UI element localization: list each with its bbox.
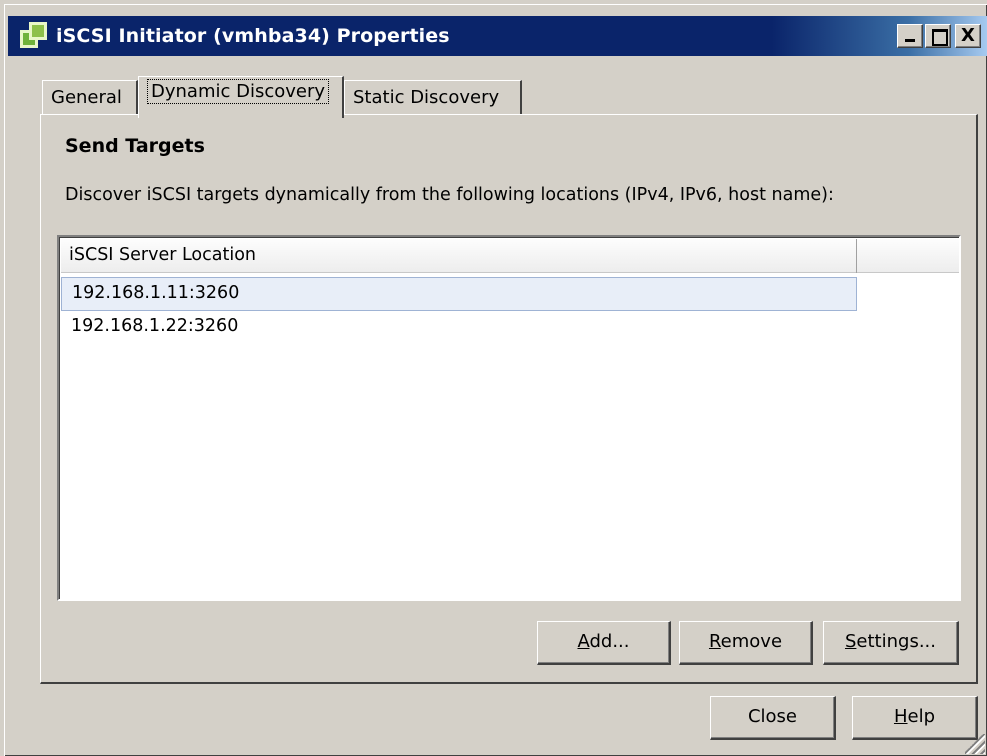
tab-dynamic-discovery-label: Dynamic Discovery — [147, 79, 330, 104]
tab-static-discovery-label: Static Discovery — [353, 87, 500, 108]
add-button[interactable]: Add... — [537, 621, 671, 665]
close-window-button[interactable]: X — [955, 24, 981, 48]
tab-static-discovery[interactable]: Static Discovery — [344, 80, 522, 114]
close-button[interactable]: Close — [710, 696, 836, 740]
column-header-server-location[interactable]: iSCSI Server Location — [61, 239, 857, 273]
tab-general[interactable]: General — [42, 80, 138, 114]
list-item[interactable]: 192.168.1.11:3260 — [61, 277, 857, 311]
maximize-button[interactable] — [925, 24, 951, 48]
window-controls: X — [895, 24, 981, 48]
remove-button[interactable]: Remove — [679, 621, 813, 665]
settings-button[interactable]: Settings... — [823, 621, 959, 665]
server-location-value: 192.168.1.11:3260 — [72, 283, 240, 303]
tab-dynamic-discovery[interactable]: Dynamic Discovery — [138, 76, 344, 118]
properties-dialog: iSCSI Initiator (vmhba34) Properties X G… — [0, 0, 987, 756]
section-title: Send Targets — [65, 135, 205, 157]
server-location-value: 192.168.1.22:3260 — [71, 316, 239, 336]
tab-general-label: General — [51, 87, 122, 108]
column-header-empty[interactable] — [857, 239, 957, 273]
close-icon: X — [961, 25, 975, 46]
resize-grip-icon[interactable] — [965, 734, 985, 754]
dynamic-discovery-panel: Send Targets Discover iSCSI targets dyna… — [40, 114, 978, 684]
vsphere-app-icon — [20, 22, 48, 50]
list-item[interactable]: 192.168.1.22:3260 — [61, 311, 857, 345]
help-button[interactable]: Help — [852, 696, 978, 740]
send-targets-list[interactable]: iSCSI Server Location 192.168.1.11:3260 … — [57, 235, 961, 601]
description-text: Discover iSCSI targets dynamically from … — [65, 185, 834, 205]
title-bar[interactable]: iSCSI Initiator (vmhba34) Properties X — [8, 16, 987, 56]
list-header: iSCSI Server Location — [61, 239, 959, 273]
minimize-button[interactable] — [897, 24, 923, 48]
window-title: iSCSI Initiator (vmhba34) Properties — [56, 25, 450, 47]
